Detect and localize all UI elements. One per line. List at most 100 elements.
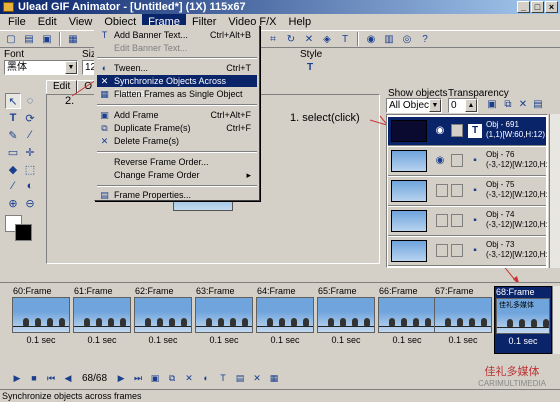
crop-icon[interactable]: ⌗ — [265, 32, 281, 47]
lock-checkbox[interactable] — [451, 184, 463, 197]
zoom-in-icon[interactable]: ⊕ — [5, 195, 21, 211]
tween-icon[interactable]: ◐ — [199, 371, 213, 385]
text-style-icon[interactable]: T — [302, 60, 318, 75]
close-button[interactable]: × — [545, 1, 558, 13]
object-row[interactable]: ▪ Obj - 74 (-3,-12)[W:120,H:5 — [388, 207, 547, 236]
frame-thumbnail[interactable]: 64:Frame 0.1 sec — [256, 286, 314, 354]
frame-delay[interactable]: 0.1 sec — [378, 333, 436, 347]
browser-preview-icon[interactable]: ◉ — [363, 32, 379, 47]
frame-delay[interactable]: 0.1 sec — [134, 333, 192, 347]
frame-thumbnail[interactable]: 63:Frame 0.1 sec — [195, 286, 253, 354]
eraser-tool-icon[interactable]: ▭ — [5, 144, 21, 160]
menu-item-add-banner-text[interactable]: T Add Banner Text... Ctrl+Alt+B — [97, 29, 257, 41]
first-frame-icon[interactable]: ⏮ — [44, 371, 58, 385]
flatten-icon[interactable]: ▦ — [267, 371, 281, 385]
preview-icon[interactable]: ▦ — [65, 32, 81, 47]
minimize-button[interactable]: _ — [517, 1, 530, 13]
menu-item-flatten-frames[interactable]: ▦ Flatten Frames as Single Object — [97, 88, 257, 100]
text-tool-icon[interactable]: T — [5, 110, 21, 126]
object-row[interactable]: ▪ Obj - 73 (-3,-12)[W:120,H:5 — [388, 237, 547, 266]
frame-delay[interactable]: 0.1 sec — [495, 334, 551, 348]
object-list[interactable]: ◉ T Obj - 691 (1,1)[W:60,H:12) ◉ ▪ Obj -… — [386, 114, 548, 268]
previous-frame-icon[interactable]: ◀ — [61, 371, 75, 385]
object-list-scrollbar[interactable] — [549, 114, 560, 268]
delete-frame-icon[interactable]: ✕ — [182, 371, 196, 385]
optimize-icon[interactable]: ◈ — [319, 32, 335, 47]
frame-thumbnail-selected[interactable]: 68:Frame 佳礼多媒体 0.1 sec — [494, 286, 552, 354]
menu-item-duplicate-frame[interactable]: ⧉ Duplicate Frame(s) Ctrl+F — [97, 122, 257, 134]
select-tool-icon[interactable]: ⬚ — [22, 161, 38, 177]
duplicate-frame-icon[interactable]: ⧉ — [165, 371, 179, 385]
sync-objects-icon[interactable]: ✕ — [250, 371, 264, 385]
object-add-icon[interactable]: ▣ — [484, 97, 500, 112]
fill-tool-icon[interactable]: ◆ — [5, 161, 21, 177]
visibility-checkbox[interactable] — [436, 184, 448, 197]
menu-item-frame-properties[interactable]: ▤ Frame Properties... — [97, 189, 257, 201]
play-icon[interactable]: ▶ — [10, 371, 24, 385]
frame-thumbnail[interactable]: 65:Frame 0.1 sec — [317, 286, 375, 354]
menu-item-edit-banner-text[interactable]: Edit Banner Text... — [97, 42, 257, 54]
wizard-icon[interactable]: ◎ — [399, 32, 415, 47]
frame-thumbnail[interactable]: 60:Frame 0.1 sec — [12, 286, 70, 354]
frame-properties-icon[interactable]: ▤ — [233, 371, 247, 385]
visibility-checkbox[interactable] — [436, 244, 448, 257]
banner-text-icon[interactable]: T — [216, 371, 230, 385]
save-icon[interactable]: ▣ — [39, 32, 55, 47]
object-merge-icon[interactable]: ⧉ — [500, 97, 516, 112]
object-row[interactable]: ◉ ▪ Obj - 76 (-3,-12)[W:120,H:5 — [388, 147, 547, 176]
foreground-color-swatch[interactable] — [15, 224, 32, 241]
object-row[interactable]: ▪ Obj - 75 (-3,-12)[W:120,H:5 — [388, 177, 547, 206]
frame-delay[interactable]: 0.1 sec — [73, 333, 131, 347]
lasso-tool-icon[interactable]: ◌ — [22, 93, 38, 109]
visibility-checkbox[interactable] — [436, 214, 448, 227]
rotate-icon[interactable]: ↻ — [283, 32, 299, 47]
transform-tool-icon[interactable]: ◐ — [22, 178, 38, 194]
lock-checkbox[interactable] — [451, 124, 463, 137]
menu-item-add-frame[interactable]: ▣ Add Frame Ctrl+Alt+F — [97, 109, 257, 121]
menu-item-delete-frame[interactable]: ✕ Delete Frame(s) — [97, 135, 257, 147]
transparency-input[interactable]: 0 ▲ — [448, 98, 478, 113]
move-tool-icon[interactable]: ✛ — [22, 144, 38, 160]
object-row[interactable]: ◉ T Obj - 691 (1,1)[W:60,H:12) — [388, 117, 546, 146]
frame-thumbnail[interactable]: 62:Frame 0.1 sec — [134, 286, 192, 354]
new-file-icon[interactable]: ▢ — [3, 32, 19, 47]
export-icon[interactable]: ▥ — [381, 32, 397, 47]
menu-file[interactable]: File — [2, 14, 32, 30]
frame-thumbnail[interactable]: 61:Frame 0.1 sec — [73, 286, 131, 354]
lock-checkbox[interactable] — [451, 244, 463, 257]
lock-checkbox[interactable] — [451, 214, 463, 227]
help-icon[interactable]: ? — [417, 32, 433, 47]
menu-item-synchronize-objects[interactable]: ✕ Synchronize Objects Across Frames... — [97, 75, 257, 98]
pointer-tool-icon[interactable]: ↖ — [5, 93, 21, 109]
frame-delay[interactable]: 0.1 sec — [256, 333, 314, 347]
menu-edit[interactable]: Edit — [32, 14, 63, 30]
stop-icon[interactable]: ■ — [27, 371, 41, 385]
brush-tool-icon[interactable]: ✎ — [5, 127, 21, 143]
last-frame-icon[interactable]: ⏭ — [131, 371, 145, 385]
text-tool-icon[interactable]: T — [337, 32, 353, 47]
frame-panel-scrollbar[interactable] — [552, 286, 560, 354]
frame-thumbnail[interactable]: 66:Frame 0.1 sec — [378, 286, 436, 354]
cut-icon[interactable]: ✕ — [301, 32, 317, 47]
next-frame-icon[interactable]: ▶ — [114, 371, 128, 385]
object-properties-icon[interactable]: ▤ — [530, 97, 546, 112]
picker-tool-icon[interactable]: ⁄ — [5, 178, 21, 194]
dropper-tool-icon[interactable]: ⁄ — [22, 127, 38, 143]
menu-help[interactable]: Help — [283, 14, 318, 30]
menu-item-reverse-frame-order[interactable]: Reverse Frame Order... — [97, 156, 257, 168]
frame-delay[interactable]: 0.1 sec — [434, 333, 492, 347]
object-delete-icon[interactable]: ✕ — [515, 97, 531, 112]
rotate-tool-icon[interactable]: ⟳ — [22, 110, 38, 126]
frame-thumbnail[interactable]: 67:Frame 0.1 sec — [434, 286, 492, 354]
frame-delay[interactable]: 0.1 sec — [12, 333, 70, 347]
show-objects-select[interactable]: All Objects ▼ — [386, 98, 442, 113]
menu-item-tween[interactable]: ◐ Tween... Ctrl+T — [97, 62, 257, 74]
eye-icon[interactable]: ◉ — [433, 154, 447, 168]
zoom-out-icon[interactable]: ⊖ — [22, 195, 38, 211]
frame-delay[interactable]: 0.1 sec — [195, 333, 253, 347]
open-file-icon[interactable]: ▤ — [21, 32, 37, 47]
font-select[interactable]: 黑体 ▼ — [4, 60, 78, 75]
add-frame-icon[interactable]: ▣ — [148, 371, 162, 385]
frame-delay[interactable]: 0.1 sec — [317, 333, 375, 347]
menu-view[interactable]: View — [63, 14, 99, 30]
